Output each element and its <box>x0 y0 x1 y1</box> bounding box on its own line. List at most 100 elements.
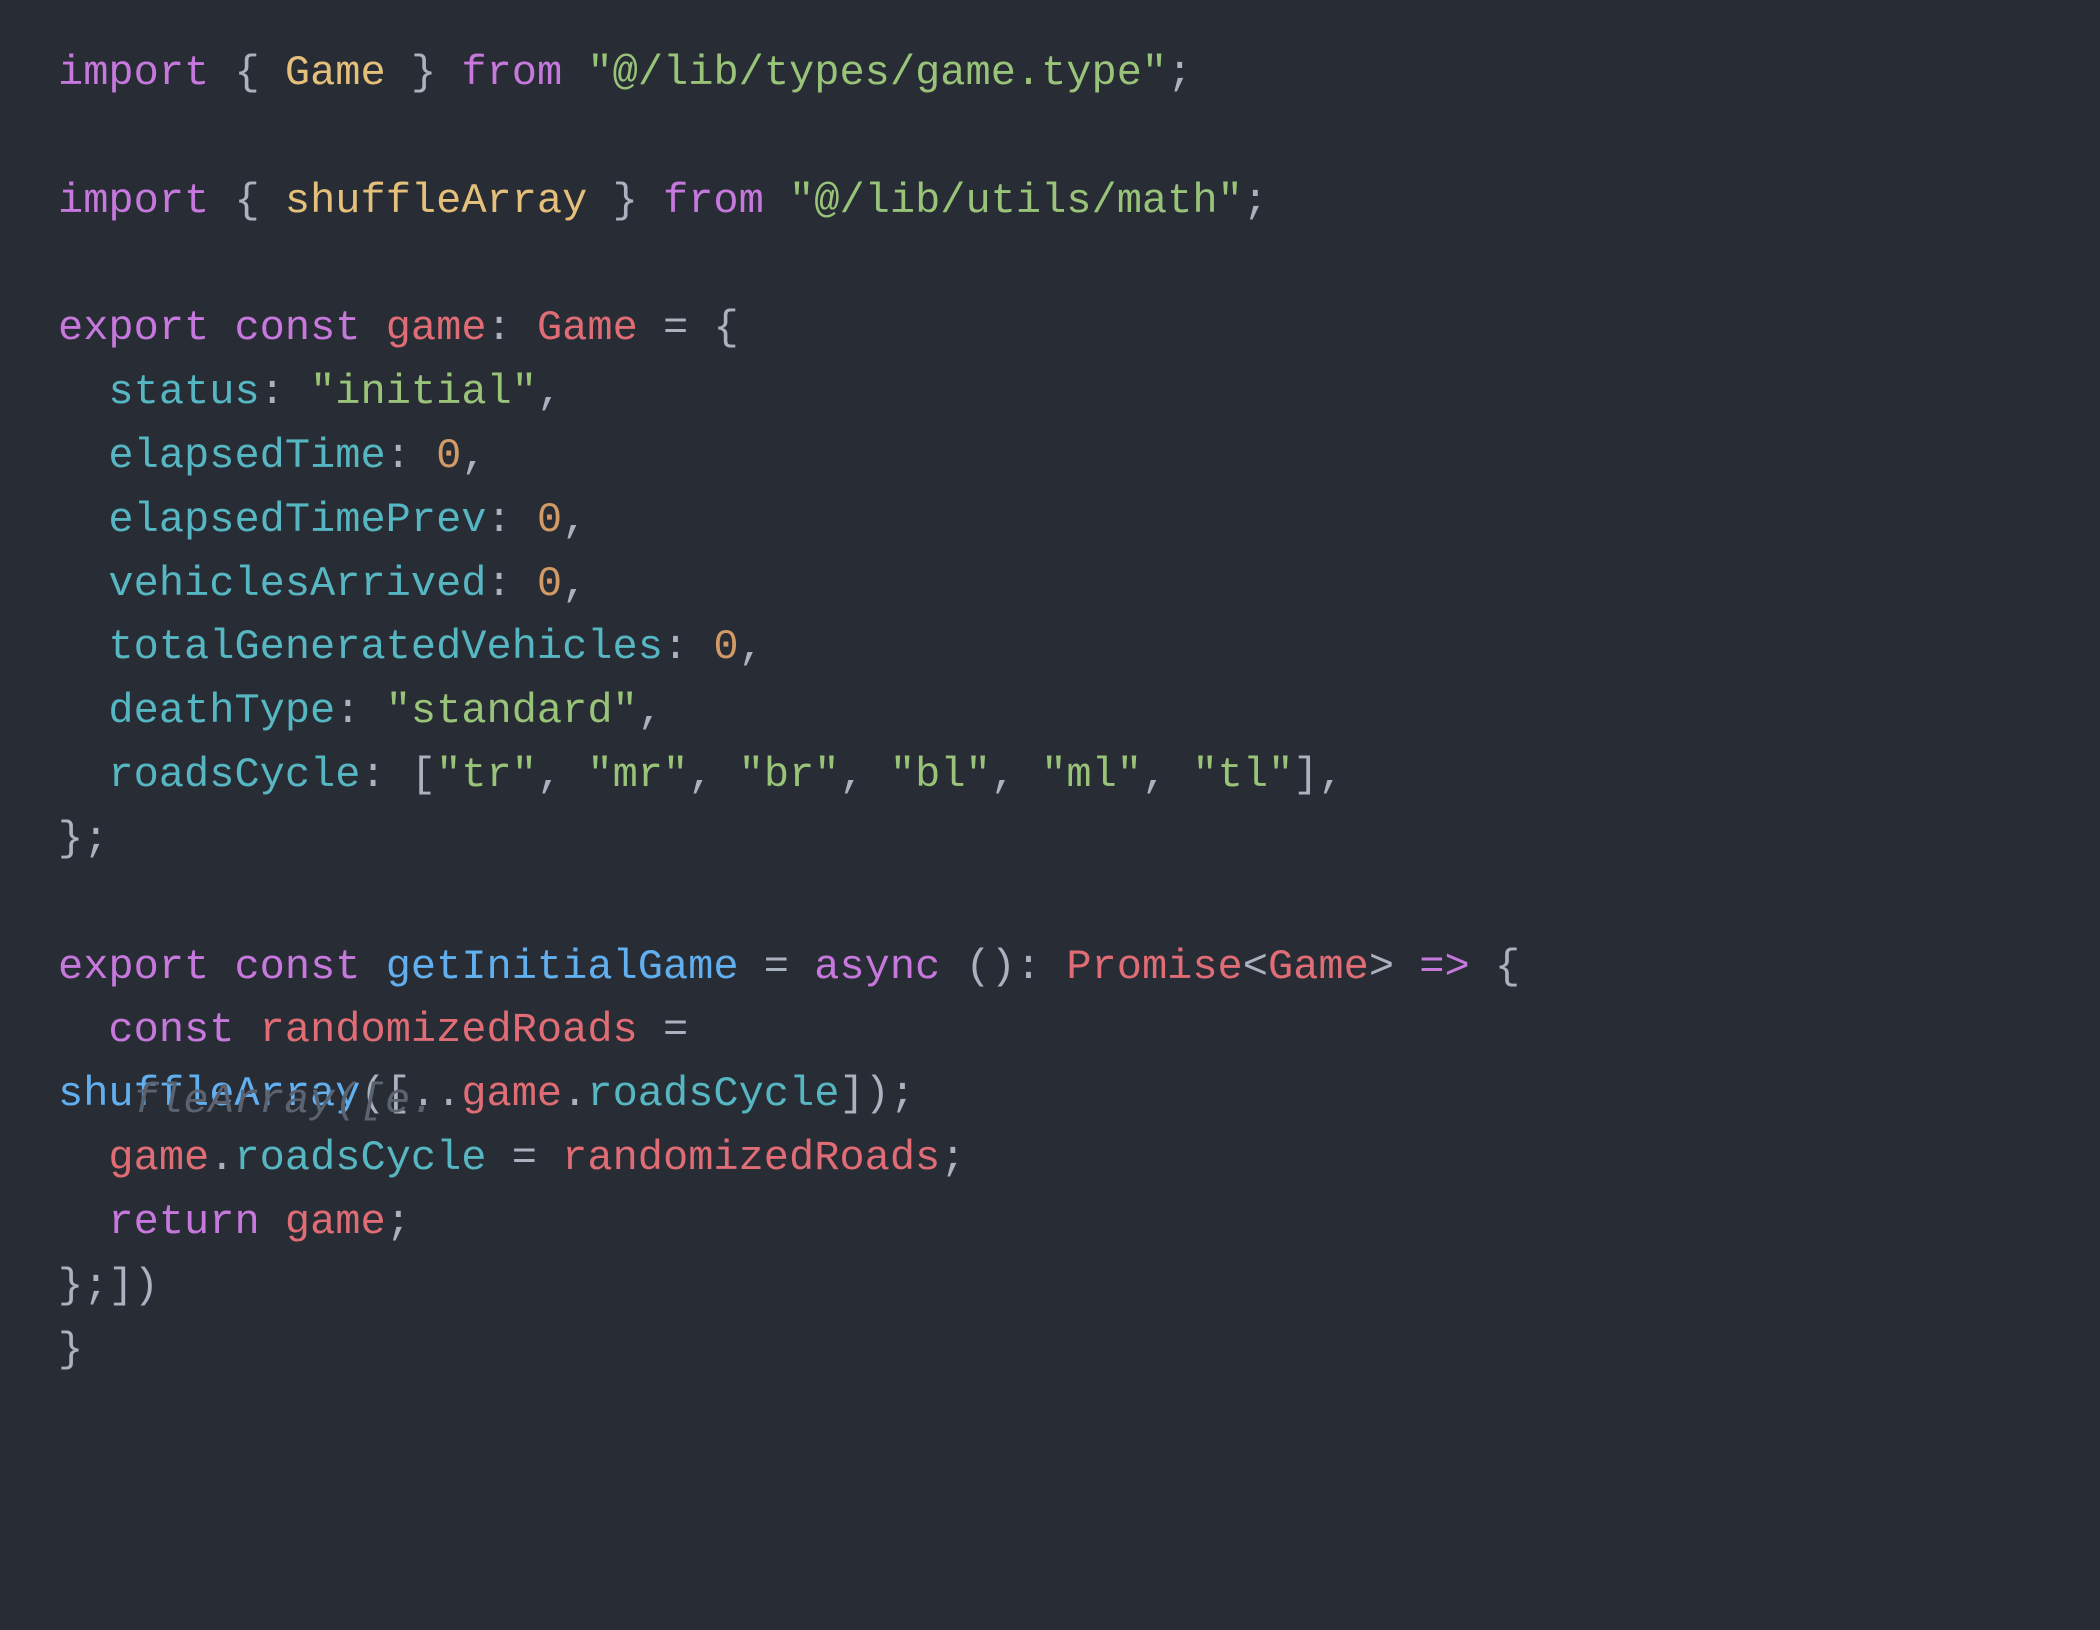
equals: = <box>663 1006 688 1054</box>
type-game: Game <box>1268 943 1369 991</box>
property-totalgeneratedvehicles: totalGeneratedVehicles <box>108 623 663 671</box>
identifier-randomizedroads: randomizedRoads <box>562 1134 940 1182</box>
identifier-game: game <box>285 1198 386 1246</box>
comma: , <box>1319 751 1344 799</box>
property-roadscycle: roadsCycle <box>587 1070 839 1118</box>
comma: , <box>537 368 562 416</box>
keyword-from: from <box>461 49 562 97</box>
string-value: "standard" <box>386 687 638 735</box>
gt: > <box>1369 943 1394 991</box>
colon: : <box>487 304 512 352</box>
code-line-11: deathType: "standard", <box>58 687 663 735</box>
bracket-close: ] <box>839 1070 864 1118</box>
closing-punct: };]) <box>58 1262 159 1310</box>
string-value: "ml" <box>1041 751 1142 799</box>
keyword-import: import <box>58 177 209 225</box>
code-line-5: export const game: Game = { <box>58 304 739 352</box>
code-editor[interactable]: import { Game } from "@/lib/types/game.t… <box>0 0 2100 1424</box>
string-value: "tl" <box>1192 751 1293 799</box>
semicolon: ; <box>890 1070 915 1118</box>
brace-close: } <box>613 177 638 225</box>
number-value: 0 <box>713 623 738 671</box>
code-line-18: game.roadsCycle = randomizedRoads; <box>58 1134 965 1182</box>
keyword-import: import <box>58 49 209 97</box>
code-line-3: import { shuffleArray } from "@/lib/util… <box>58 177 1268 225</box>
dot: . <box>209 1134 234 1182</box>
brace-open: { <box>1495 943 1520 991</box>
type-game: Game <box>537 304 638 352</box>
bracket-open: [ <box>386 1070 411 1118</box>
function-shufflearray-call: shuffleArray <box>58 1070 360 1118</box>
string-value: "mr" <box>587 751 688 799</box>
colon: : <box>260 368 285 416</box>
bracket-open: [ <box>411 751 436 799</box>
code-line-12: roadsCycle: ["tr", "mr", "br", "bl", "ml… <box>58 751 1344 799</box>
type-promise: Promise <box>1066 943 1242 991</box>
keyword-const: const <box>234 304 360 352</box>
comma: , <box>688 751 713 799</box>
identifier-game: game <box>108 1134 209 1182</box>
code-line-19: return game; <box>58 1198 411 1246</box>
code-line-15: export const getInitialGame = async (): … <box>58 943 1520 991</box>
string-value: "initial" <box>310 368 537 416</box>
dot: . <box>562 1070 587 1118</box>
keyword-const: const <box>108 1006 234 1054</box>
property-deathtype: deathType <box>108 687 335 735</box>
code-line-13: }; <box>58 815 108 863</box>
comma: , <box>839 751 864 799</box>
comma: , <box>537 751 562 799</box>
brace-close: } <box>58 815 83 863</box>
semicolon: ; <box>386 1198 411 1246</box>
string-import-path: "@/lib/types/game.type" <box>587 49 1167 97</box>
equals: = <box>512 1134 537 1182</box>
string-value: "bl" <box>890 751 991 799</box>
equals: = <box>764 943 789 991</box>
property-roadscycle: roadsCycle <box>108 751 360 799</box>
property-elapsedtimeprev: elapsedTimePrev <box>108 496 486 544</box>
bracket-close: ] <box>1293 751 1318 799</box>
code-line-9: vehiclesArrived: 0, <box>58 560 587 608</box>
comma: , <box>739 623 764 671</box>
brace-open: { <box>234 49 259 97</box>
code-line-10: totalGeneratedVehicles: 0, <box>58 623 764 671</box>
colon: : <box>360 751 385 799</box>
comma: , <box>991 751 1016 799</box>
brace-close: } <box>411 49 436 97</box>
comma: , <box>562 560 587 608</box>
comma: , <box>1142 751 1167 799</box>
paren-close: ) <box>865 1070 890 1118</box>
colon: : <box>386 432 411 480</box>
property-elapsedtime: elapsedTime <box>108 432 385 480</box>
semicolon: ; <box>940 1134 965 1182</box>
code-line-6: status: "initial", <box>58 368 562 416</box>
keyword-async: async <box>814 943 940 991</box>
paren-open: ( <box>360 1070 385 1118</box>
colon: : <box>486 496 511 544</box>
property-roadscycle: roadsCycle <box>234 1134 486 1182</box>
function-getinitialgame: getInitialGame <box>386 943 739 991</box>
colon: : <box>663 623 688 671</box>
property-vehiclesarrived: vehiclesArrived <box>108 560 486 608</box>
identifier-game-type: Game <box>285 49 386 97</box>
identifier-randomizedroads: randomizedRoads <box>260 1006 638 1054</box>
number-value: 0 <box>537 496 562 544</box>
spread: .. <box>411 1070 461 1118</box>
semicolon: ; <box>1243 177 1268 225</box>
semicolon: ; <box>83 815 108 863</box>
code-line-1: import { Game } from "@/lib/types/game.t… <box>58 49 1192 97</box>
colon: : <box>1016 943 1041 991</box>
identifier-game: game <box>386 304 487 352</box>
semicolon: ; <box>1167 49 1192 97</box>
keyword-export: export <box>58 943 209 991</box>
comma: , <box>562 496 587 544</box>
code-line-20: };]) <box>58 1262 159 1310</box>
parens: () <box>965 943 1015 991</box>
brace-open: { <box>234 177 259 225</box>
lt: < <box>1243 943 1268 991</box>
colon: : <box>335 687 360 735</box>
keyword-return: return <box>108 1198 259 1246</box>
string-value: "br" <box>739 751 840 799</box>
comma: , <box>461 432 486 480</box>
property-status: status <box>108 368 259 416</box>
brace-open: { <box>713 304 738 352</box>
